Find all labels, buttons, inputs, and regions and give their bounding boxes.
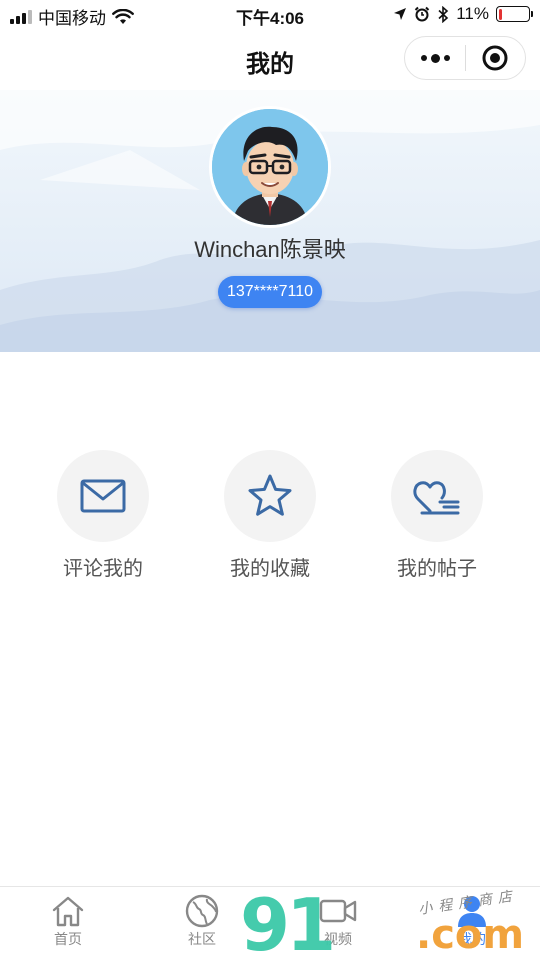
location-icon (394, 8, 407, 20)
battery-icon (496, 6, 533, 22)
username: Winchan陈景映 (194, 237, 346, 262)
tab-video[interactable]: 视频 (298, 893, 378, 949)
feature-label: 我的收藏 (230, 558, 310, 580)
alarm-icon (415, 6, 430, 22)
feature-favorites[interactable]: 我的收藏 (195, 450, 345, 581)
tab-label: 社区 (188, 931, 216, 947)
envelope-icon (80, 479, 126, 513)
video-icon (319, 899, 357, 923)
tab-bar: 首页 社区 视频 我的 (0, 886, 540, 960)
tab-home[interactable]: 首页 (28, 893, 108, 949)
feature-comments[interactable]: 评论我的 (28, 450, 178, 581)
tab-label: 视频 (324, 931, 352, 947)
globe-icon (185, 894, 219, 928)
user-icon (458, 896, 486, 927)
phone-badge: 137****7110 (218, 276, 322, 308)
miniprogram-capsule (404, 36, 526, 80)
feature-icon-wrap (57, 450, 149, 542)
star-icon (248, 474, 292, 516)
feature-icon-wrap (391, 450, 483, 542)
profile-banner: Winchan陈景映 137****7110 (0, 90, 540, 352)
more-dots-icon[interactable] (405, 37, 465, 79)
target-close-icon[interactable] (466, 37, 525, 79)
avatar[interactable] (209, 106, 331, 228)
nav-bar: 我的 (0, 30, 540, 90)
battery-level (498, 8, 502, 20)
feature-label: 评论我的 (63, 558, 143, 580)
home-icon (52, 896, 84, 927)
status-right: 11% (393, 4, 533, 24)
battery-percent: 11% (456, 4, 489, 23)
tab-mine[interactable]: 我的 (432, 893, 512, 949)
bluetooth-icon (438, 5, 449, 23)
feature-label: 我的帖子 (397, 558, 477, 580)
feature-icon-wrap (224, 450, 316, 542)
status-bar: 中国移动 下午4:06 11% (0, 0, 540, 30)
feature-menu: 评论我的 我的收藏 我的帖子 (0, 450, 540, 590)
tab-label: 我的 (458, 931, 486, 947)
feature-posts[interactable]: 我的帖子 (362, 450, 512, 581)
heart-list-icon (413, 481, 460, 515)
tab-label: 首页 (54, 931, 82, 947)
cartoon-avatar (212, 109, 328, 225)
tab-community[interactable]: 社区 (162, 893, 242, 949)
